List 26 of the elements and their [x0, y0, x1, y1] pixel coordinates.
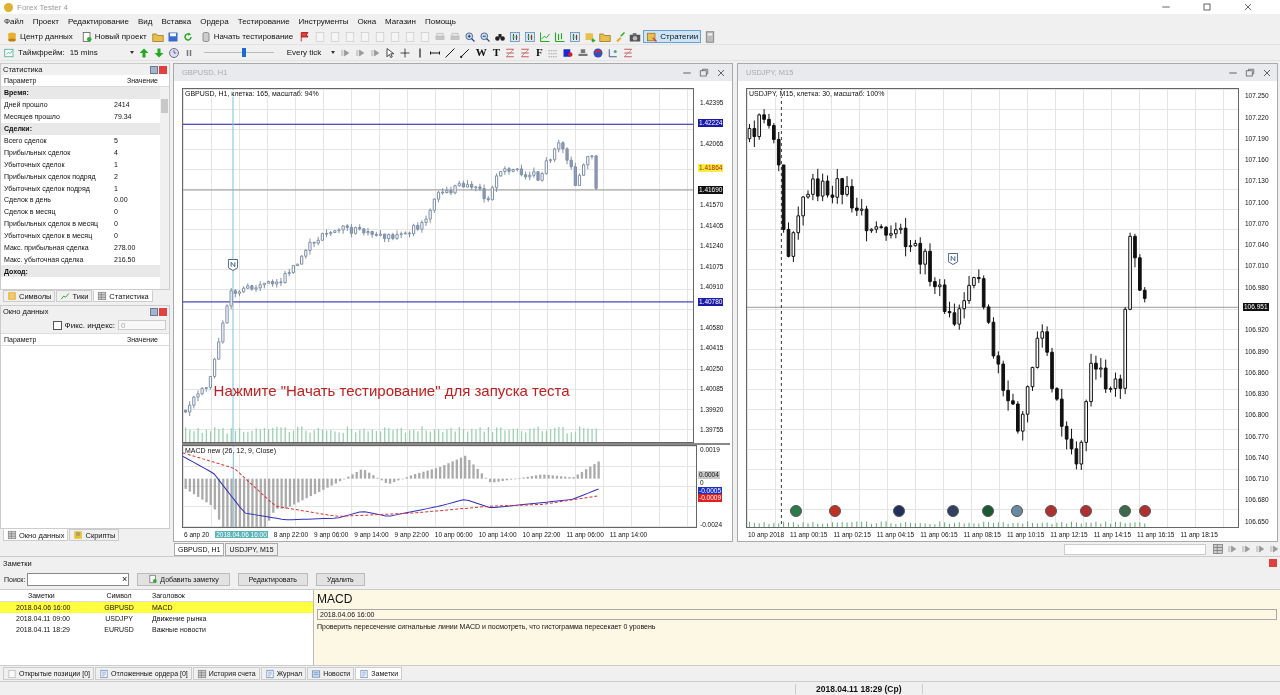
- fix-index-label: Фикс. индекс:: [64, 320, 115, 330]
- search-field[interactable]: ×: [27, 572, 130, 586]
- status-datetime: 2018.04.11 18:29 (Ср): [795, 683, 923, 694]
- new-project-button[interactable]: Новый проект: [77, 30, 150, 43]
- start-testing-button[interactable]: Начать тестирование: [196, 30, 297, 43]
- menu-item[interactable]: Редактирование: [68, 17, 129, 26]
- text-tool-button[interactable]: W: [473, 46, 489, 59]
- clear-button[interactable]: ×: [122, 573, 129, 585]
- menu-item[interactable]: Тестирование: [237, 17, 290, 26]
- text-tool-button[interactable]: T: [490, 46, 502, 59]
- menu-item[interactable]: Вставка: [161, 17, 192, 26]
- menu-item[interactable]: Вид: [138, 17, 153, 26]
- menu-item[interactable]: Файл: [4, 17, 24, 26]
- menu-item[interactable]: Проект: [32, 17, 60, 26]
- menu-item[interactable]: Магазин: [385, 17, 416, 26]
- data-center-button[interactable]: Центр данных: [3, 30, 76, 43]
- menu-item[interactable]: Помощь: [424, 17, 456, 26]
- chart-message: Нажмите "Начать тестирование" для запуска теста: [213, 382, 570, 400]
- menu-item[interactable]: Инструменты: [298, 17, 349, 26]
- strategies-button[interactable]: Стратегии: [643, 30, 702, 43]
- note-title: MACD: [317, 592, 354, 606]
- menu-item[interactable]: Ордера: [200, 17, 229, 26]
- timeframe-label: Таймфрейм:: [18, 48, 65, 57]
- window-title: Forex Tester 4: [17, 2, 68, 12]
- menu-item[interactable]: Окна: [357, 17, 377, 26]
- font-button[interactable]: F: [533, 46, 545, 59]
